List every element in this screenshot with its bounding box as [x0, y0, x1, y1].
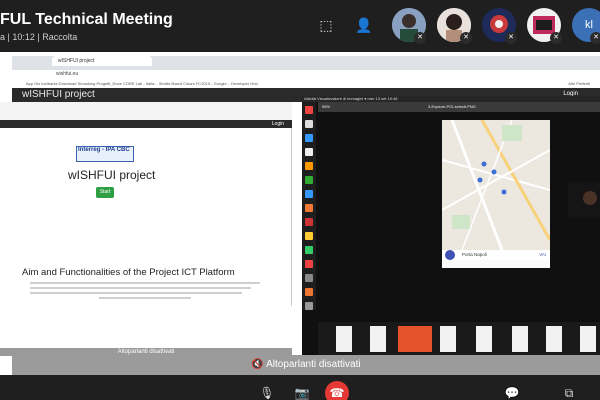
locate-button[interactable]	[445, 250, 455, 260]
dock-app-icon[interactable]	[305, 204, 313, 212]
dock-app-icon[interactable]	[305, 232, 313, 240]
speakers-muted-banner: 🔇 Altoparlanti disattivati	[12, 355, 600, 375]
app-nav-title[interactable]: wISHFUI project	[22, 89, 95, 100]
browser-tab[interactable]: wISHFUI project	[52, 56, 152, 66]
thumbnail[interactable]	[512, 326, 528, 352]
dock-app-icon[interactable]	[305, 134, 313, 142]
viewer-title: 3-Explore-POI-selectl.PNG	[428, 104, 476, 109]
mic-toggle-icon[interactable]: 🎙	[255, 381, 279, 400]
map-streets	[441, 119, 552, 251]
shared-screen: wISHFUI project wishfui.eu App Gis toolb…	[0, 52, 600, 375]
dock-app-icon[interactable]	[305, 148, 313, 156]
mic-off-icon: ✕	[550, 32, 562, 44]
hang-up-button[interactable]: ☎	[325, 381, 349, 400]
dock-app-icon[interactable]	[305, 288, 313, 296]
section-paragraph	[30, 282, 260, 304]
thumbnail[interactable]	[546, 326, 562, 352]
logo-text: Interreg - IPA CBC	[78, 147, 130, 153]
thumbnail[interactable]	[336, 326, 352, 352]
mic-off-icon: ✕	[460, 32, 472, 44]
remote-dock	[302, 102, 316, 310]
bookmarks-more[interactable]: Altri Preferiti	[568, 81, 590, 86]
mic-off-icon: ✕	[414, 32, 426, 44]
chat-icon[interactable]: 💬	[500, 381, 524, 400]
inner-login-link[interactable]: Login	[272, 121, 284, 127]
dock-app-icon[interactable]	[305, 162, 313, 170]
dock-app-icon[interactable]	[305, 246, 313, 254]
dock-app-icon[interactable]	[305, 260, 313, 268]
thumbnail-selected[interactable]	[398, 326, 432, 352]
thumbnail[interactable]	[440, 326, 456, 352]
dock-app-icon[interactable]	[305, 190, 313, 198]
bookmarks-bar[interactable]: App Gis toolbarks Download Smuoking Prog…	[12, 80, 600, 88]
map-search-bar[interactable]: Porta Napoli VAI	[442, 250, 550, 260]
start-button[interactable]: Start	[96, 187, 114, 198]
thumbnail[interactable]	[370, 326, 386, 352]
inner-browser-bar	[0, 102, 292, 120]
speakers-muted-text: Altoparlanti disattivati	[266, 359, 361, 370]
apps-grid-icon[interactable]	[305, 302, 313, 310]
map-search-go[interactable]: VAI	[539, 252, 546, 257]
dock-app-icon[interactable]	[305, 106, 313, 114]
thumbnail[interactable]	[476, 326, 492, 352]
dock-app-icon[interactable]	[305, 120, 313, 128]
map-bottom-nav	[442, 260, 550, 268]
mic-off-icon: ✕	[590, 32, 600, 44]
map-search-text: Porta Napoli	[462, 252, 487, 257]
add-participant-icon[interactable]: 👤	[354, 15, 374, 35]
speaker-off-icon: 🔇	[251, 359, 264, 370]
dock-app-icon[interactable]	[305, 176, 313, 184]
dock-app-icon[interactable]	[305, 218, 313, 226]
address-text: wishfui.eu	[56, 71, 79, 77]
window-mode-icon[interactable]: ⧉	[557, 381, 581, 400]
zoom-level[interactable]: 96%	[322, 104, 330, 109]
dock-app-icon[interactable]	[305, 274, 313, 282]
inner-page: Login Interreg - IPA CBC wISHFUI project…	[0, 102, 292, 356]
participant-video	[568, 182, 600, 218]
participant-video-tile[interactable]	[568, 182, 600, 218]
map-view[interactable]	[441, 119, 552, 251]
mic-off-icon: ✕	[505, 32, 517, 44]
meeting-title: FUL Technical Meeting	[0, 11, 173, 28]
bookmarks-list: App Gis toolbarks Download Smuoking Prog…	[26, 81, 258, 86]
inner-page-title: wISHFUI project	[68, 168, 156, 182]
remote-desktop: Attività Visualizzatore di immagini ▾ me…	[302, 96, 600, 359]
address-bar[interactable]: wishfui.eu	[12, 70, 600, 80]
thumbnail-strip	[318, 322, 600, 358]
camera-toggle-icon[interactable]: 📷	[290, 381, 314, 400]
thumbnail[interactable]	[580, 326, 596, 352]
image-viewer-bar: 96% 3-Explore-POI-selectl.PNG	[318, 102, 600, 112]
meeting-subtitle: a | 10:12 | Raccolta	[0, 32, 78, 42]
layout-icon[interactable]: ⬚	[316, 15, 336, 35]
inner-navbar: Login	[0, 120, 292, 128]
section-title: Aim and Functionalities of the Project I…	[22, 267, 235, 278]
